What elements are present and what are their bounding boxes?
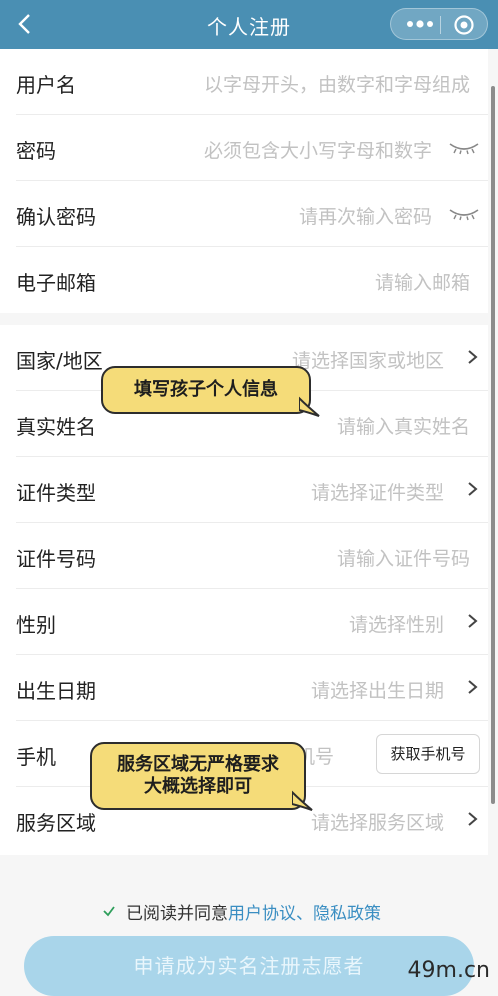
eye-closed-icon[interactable] [448,207,480,221]
phone-label: 手机 [16,745,56,769]
eye-closed-icon[interactable] [448,141,480,155]
id-number-row[interactable]: 证件号码 请输入证件号码 [0,523,488,589]
id-type-label: 证件类型 [16,481,96,505]
checkbox-checked-icon[interactable] [100,902,118,920]
password-input[interactable]: 必须包含大小写字母和数字 [204,136,432,163]
annotation-line: 大概选择即可 [144,776,252,797]
password-label: 密码 [16,139,56,163]
id-number-label: 证件号码 [16,547,96,571]
chevron-right-icon [468,614,478,628]
confirm-password-label: 确认密码 [16,205,96,229]
id-type-row[interactable]: 证件类型 请选择证件类型 [0,457,488,523]
birthdate-select[interactable]: 请选择出生日期 [311,676,444,703]
id-number-input[interactable]: 请输入证件号码 [337,544,470,571]
mini-program-capsule [390,8,488,40]
bubble-tail [299,396,320,417]
gender-row[interactable]: 性别 请选择性别 [0,589,488,655]
nav-bar: 个人注册 [0,0,498,49]
email-row[interactable]: 电子邮箱 请输入邮箱 [0,247,488,313]
country-select[interactable]: 请选择国家或地区 [292,346,444,373]
password-row[interactable]: 密码 必须包含大小写字母和数字 [0,115,488,181]
account-section: 用户名 以字母开头，由数字和字母组成 密码 必须包含大小写字母和数字 确认密码 … [0,49,488,313]
confirm-password-input[interactable]: 请再次输入密码 [299,202,432,229]
more-dots-icon[interactable] [405,17,435,31]
close-target-icon[interactable] [453,14,475,36]
username-label: 用户名 [16,73,76,97]
service-area-label: 服务区域 [16,811,96,835]
service-area-select[interactable]: 请选择服务区域 [311,808,444,835]
get-phone-button[interactable]: 获取手机号 [376,734,480,774]
annotation-bubble-service-area: 服务区域无严格要求 大概选择即可 [90,742,306,810]
gender-select[interactable]: 请选择性别 [349,610,444,637]
gender-label: 性别 [16,613,56,637]
bubble-tail [292,790,313,811]
id-type-select[interactable]: 请选择证件类型 [311,478,444,505]
birthdate-label: 出生日期 [16,679,96,703]
real-name-input[interactable]: 请输入真实姓名 [337,412,470,439]
scrollbar[interactable] [491,86,495,804]
chevron-right-icon [468,812,478,826]
real-name-label: 真实姓名 [16,415,96,439]
birthdate-row[interactable]: 出生日期 请选择出生日期 [0,655,488,721]
username-row[interactable]: 用户名 以字母开头，由数字和字母组成 [0,49,488,115]
username-input[interactable]: 以字母开头，由数字和字母组成 [204,70,470,97]
agreement-links[interactable]: 用户协议、隐私政策 [228,904,381,924]
confirm-password-row[interactable]: 确认密码 请再次输入密码 [0,181,488,247]
chevron-right-icon [468,350,478,364]
annotation-line: 服务区域无严格要求 [117,754,279,775]
agreement-text: 已阅读并同意用户协议、隐私政策 [126,899,381,924]
capsule-divider [440,16,441,34]
email-label: 电子邮箱 [16,271,96,295]
chevron-right-icon [468,482,478,496]
submit-button[interactable]: 申请成为实名注册志愿者 [24,936,474,996]
country-label: 国家/地区 [16,349,103,373]
email-input[interactable]: 请输入邮箱 [375,268,470,295]
agreement-prefix: 已阅读并同意 [126,904,228,924]
annotation-bubble: 填写孩子个人信息 [101,366,311,414]
chevron-right-icon [468,680,478,694]
watermark: 49m.cn [407,958,490,983]
